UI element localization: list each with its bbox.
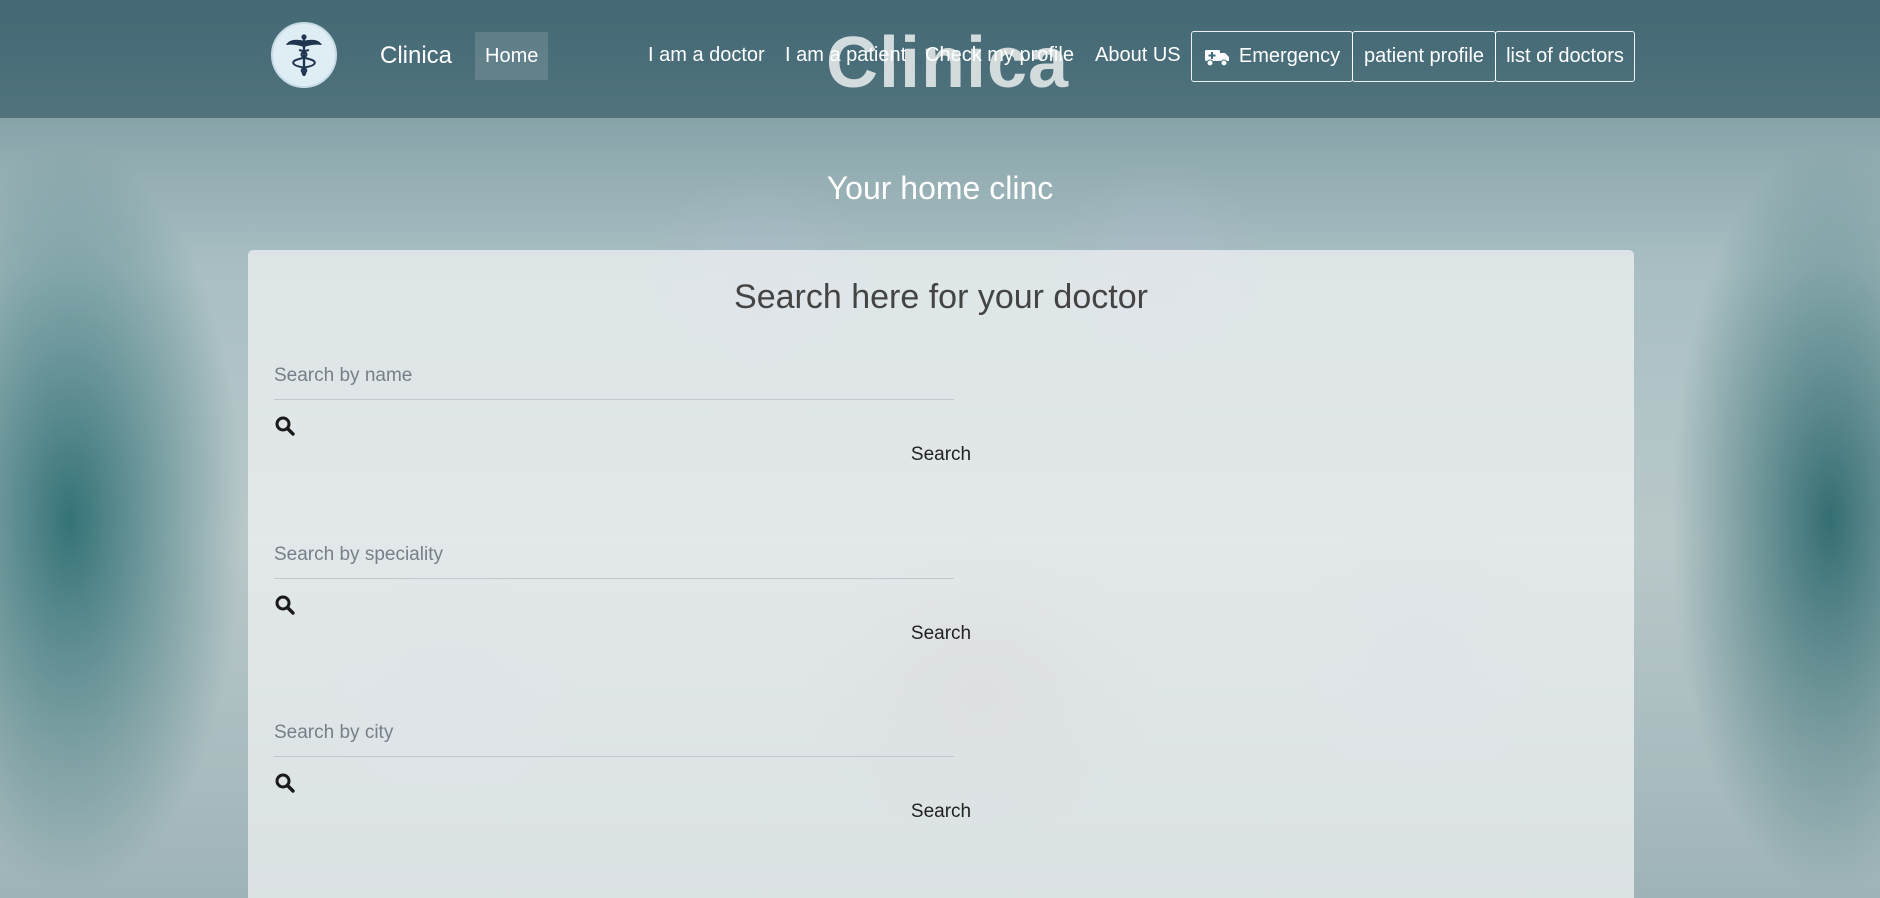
search-group-speciality: Search <box>274 531 1608 661</box>
nav-check-profile-link[interactable]: Check my profile <box>925 44 1074 67</box>
search-panel: Search here for your doctor Search Searc… <box>248 250 1634 898</box>
search-city-button[interactable]: Search <box>274 801 1608 823</box>
brand-name[interactable]: Clinica <box>380 42 452 70</box>
search-city-input[interactable] <box>274 709 954 757</box>
list-of-doctors-button[interactable]: list of doctors <box>1495 31 1635 82</box>
top-navbar: Clinica Home Clinica I am a doctor I am … <box>0 0 1880 118</box>
search-group-name: Search <box>274 352 1608 482</box>
patient-profile-button[interactable]: patient profile <box>1352 31 1496 82</box>
search-panel-title: Search here for your doctor <box>734 278 1148 316</box>
search-name-button[interactable]: Search <box>274 444 1608 466</box>
search-speciality-button[interactable]: Search <box>274 623 1608 645</box>
search-icon[interactable] <box>274 594 296 616</box>
search-speciality-input[interactable] <box>274 531 954 579</box>
search-group-city: Search <box>274 709 1608 839</box>
search-name-input[interactable] <box>274 352 954 400</box>
nav-doctor-link[interactable]: I am a doctor <box>648 44 765 67</box>
page: Clinica Home Clinica I am a doctor I am … <box>0 0 1880 898</box>
caduceus-icon[interactable] <box>271 22 337 88</box>
emergency-button[interactable]: Emergency <box>1191 31 1353 82</box>
ambulance-icon <box>1204 47 1230 67</box>
search-icon[interactable] <box>274 772 296 794</box>
nav-patient-link[interactable]: I am a patient <box>785 44 906 67</box>
nav-about-link[interactable]: About US <box>1095 44 1181 67</box>
nav-home-link[interactable]: Home <box>475 32 549 80</box>
search-icon[interactable] <box>274 415 296 437</box>
hero-subtitle: Your home clinc <box>826 170 1054 206</box>
emergency-label: Emergency <box>1238 45 1341 67</box>
